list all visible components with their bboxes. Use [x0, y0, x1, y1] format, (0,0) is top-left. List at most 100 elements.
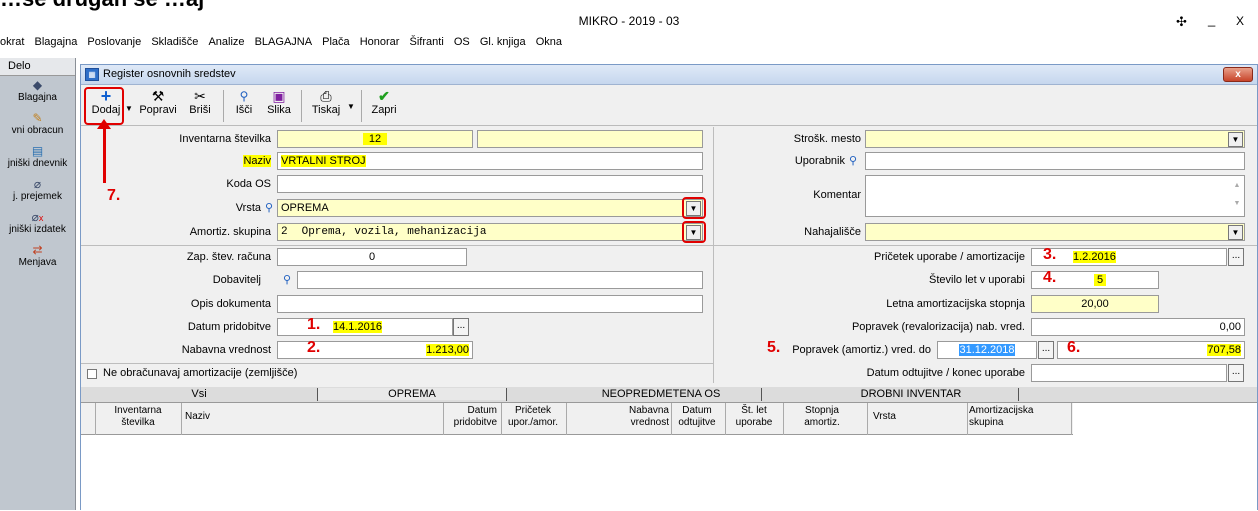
col-naziv[interactable]: Naziv	[185, 411, 210, 423]
menu-item-analize[interactable]: Analize	[208, 36, 244, 48]
menu-item-okna[interactable]: Okna	[536, 36, 562, 48]
nahajalisce-field[interactable]	[865, 223, 1245, 241]
sidebar: Delo ◆ Blagajna ✎ vni obracun ▤ jniški dnev…	[0, 58, 76, 510]
col-amort-skupina[interactable]: Amortizacijska skupina	[969, 405, 1049, 429]
zemljisce-checkbox[interactable]	[87, 369, 97, 379]
tab-drobni-inventar[interactable]: DROBNI INVENTAR	[841, 388, 981, 400]
col-nabavna[interactable]: Nabavna vrednost	[609, 405, 669, 429]
assets-grid[interactable]: Inventarna številka Naziv Datum pridobit…	[81, 403, 1257, 511]
menu-item-okrat[interactable]: okrat	[0, 36, 24, 48]
annotation-2: 2.	[307, 339, 321, 356]
tab-neopredmetena[interactable]: NEOPREDMETENA OS	[561, 388, 761, 400]
sidebar-item-menjava[interactable]: ⇄ Menjava	[0, 243, 75, 274]
sidebar-item-izdatek[interactable]: ⌀x jniški izdatek	[0, 210, 75, 241]
koda-label: Koda OS	[226, 178, 271, 190]
isci-button[interactable]: ⚲ Išči	[231, 88, 257, 116]
receive-icon: ⌀	[33, 177, 42, 191]
dobavitelj-search-icon[interactable]: ⚲	[283, 273, 291, 286]
grid-separator	[566, 403, 567, 435]
col-odtujitve[interactable]: Datum odtujitve	[673, 405, 721, 429]
datum-pridobitve-picker[interactable]: ...	[453, 318, 469, 336]
popravek-amort-date-field[interactable]: 31.12.2018	[937, 341, 1037, 359]
annotation-3: 3.	[1043, 246, 1057, 263]
odtujitve-picker[interactable]: ...	[1228, 364, 1244, 382]
inventarna-extra-field[interactable]	[477, 130, 703, 148]
pricetek-field[interactable]: 1.2.2016	[1031, 248, 1227, 266]
sidebar-item-obracun[interactable]: ✎ vni obracun	[0, 111, 75, 142]
datum-pridobitve-field[interactable]: 14.1.2016	[277, 318, 453, 336]
col-vrsta[interactable]: Vrsta	[873, 411, 896, 423]
inventarna-field[interactable]: 12	[277, 130, 473, 148]
tab-bar: Vsi OPREMA NEOPREDMETENA OS DROBNI INVEN…	[81, 387, 1257, 403]
datum-pridobitve-value: 14.1.2016	[333, 321, 382, 333]
sidebar-item-label: Menjava	[18, 257, 57, 268]
menu-item-sifranti[interactable]: Šifranti	[410, 36, 444, 48]
menu-item-skladisce[interactable]: Skladišče	[151, 36, 198, 48]
tab-oprema[interactable]: OPREMA	[318, 388, 506, 400]
col-inventarna[interactable]: Inventarna številka	[97, 405, 179, 429]
tiskaj-dropdown-arrow[interactable]: ▼	[347, 102, 355, 111]
grid-separator	[443, 403, 444, 435]
stevilo-label: Število let v uporabi	[929, 274, 1025, 286]
tab-separator	[761, 388, 762, 401]
tiskaj-button[interactable]: ⎙ Tiskaj	[309, 88, 343, 116]
popravek-amort-picker[interactable]: ...	[1038, 341, 1054, 359]
col-st-let[interactable]: Št. let uporabe	[729, 405, 779, 429]
pen-icon: ✎	[32, 111, 43, 125]
toolbar-separator	[223, 90, 224, 122]
zapri-button[interactable]: ✔ Zapri	[369, 88, 399, 116]
dobavitelj-label: Dobavitelj	[212, 274, 261, 286]
menu-item-blagajna[interactable]: Blagajna	[35, 36, 78, 48]
vrsta-field[interactable]: OPREMA	[277, 199, 703, 217]
uporabnik-search-icon[interactable]: ⚲	[849, 154, 857, 167]
naziv-field[interactable]: VRTALNI STROJ	[277, 152, 703, 170]
strosk-dropdown-button[interactable]: ▼	[1228, 132, 1243, 147]
slika-button[interactable]: ▣ Slika	[265, 88, 293, 116]
close-app-button[interactable]: X	[1236, 14, 1244, 28]
brisi-button[interactable]: ✂ Briši	[185, 88, 215, 116]
vrsta-search-icon[interactable]: ⚲	[265, 201, 273, 214]
popravi-button[interactable]: ⚒ Popravi	[139, 88, 177, 116]
zemljisce-label: Ne obračunavaj amortizacije (zemljišče)	[103, 367, 298, 379]
grid-separator	[181, 403, 182, 435]
nahajalisce-dropdown-button[interactable]: ▼	[1228, 225, 1243, 240]
strosk-field[interactable]	[865, 130, 1245, 148]
tab-vsi[interactable]: Vsi	[81, 388, 317, 400]
dobavitelj-field[interactable]	[297, 271, 703, 289]
annotation-1: 1.	[307, 316, 321, 333]
pricetek-label: Pričetek uporabe / amortizacije	[873, 251, 1025, 263]
popravek-amort-value-field[interactable]: 707,58	[1057, 341, 1245, 359]
popravek-reval-field[interactable]: 0,00	[1031, 318, 1245, 336]
sidebar-item-blagajna[interactable]: ◆ Blagajna	[0, 78, 75, 109]
col-pricetek[interactable]: Pričetek upor./amor.	[503, 405, 563, 429]
vrsta-label: Vrsta	[235, 202, 261, 214]
pricetek-picker[interactable]: ...	[1228, 248, 1244, 266]
letna-field[interactable]: 20,00	[1031, 295, 1159, 313]
uporabnik-field[interactable]	[865, 152, 1245, 170]
menu-item-honorar[interactable]: Honorar	[360, 36, 400, 48]
col-stopnja[interactable]: Stopnja amortiz.	[787, 405, 857, 429]
menu-item-os[interactable]: OS	[454, 36, 470, 48]
minimize-button[interactable]: _	[1208, 12, 1215, 27]
menu-item-placa[interactable]: Plača	[322, 36, 350, 48]
amort-field[interactable]: 2 Oprema, vozila, mehanizacija	[277, 223, 703, 241]
sidebar-item-prejemek[interactable]: ⌀ j. prejemek	[0, 177, 75, 208]
dodaj-dropdown-arrow[interactable]: ▼	[125, 104, 133, 113]
komentar-scrollbar[interactable]: ▲ ▼	[1231, 177, 1243, 215]
nahajalisce-label: Nahajališče	[804, 226, 861, 238]
menu-item-gl-knjiga[interactable]: Gl. knjiga	[480, 36, 526, 48]
toolbar: + Dodaj ▼ ⚒ Popravi ✂ Briši ⚲ Išči ▣ Sli…	[81, 86, 1257, 126]
sidebar-item-dnevnik[interactable]: ▤ jniški dnevnik	[0, 144, 75, 175]
move-icon[interactable]: ✣	[1176, 14, 1187, 30]
odtujitve-field[interactable]	[1031, 364, 1227, 382]
menu-item-blagajna-upper[interactable]: BLAGAJNA	[255, 36, 312, 48]
image-icon: ▣	[272, 88, 286, 104]
menu-item-poslovanje[interactable]: Poslovanje	[87, 36, 141, 48]
zap-field[interactable]: 0	[277, 248, 467, 266]
col-datum-pridobitve[interactable]: Datum pridobitve	[445, 405, 497, 429]
window-close-button[interactable]: x	[1223, 67, 1253, 82]
opis-field[interactable]	[277, 295, 703, 313]
grid-header: Inventarna številka Naziv Datum pridobit…	[81, 403, 1073, 435]
komentar-field[interactable]	[865, 175, 1245, 217]
koda-field[interactable]	[277, 175, 703, 193]
